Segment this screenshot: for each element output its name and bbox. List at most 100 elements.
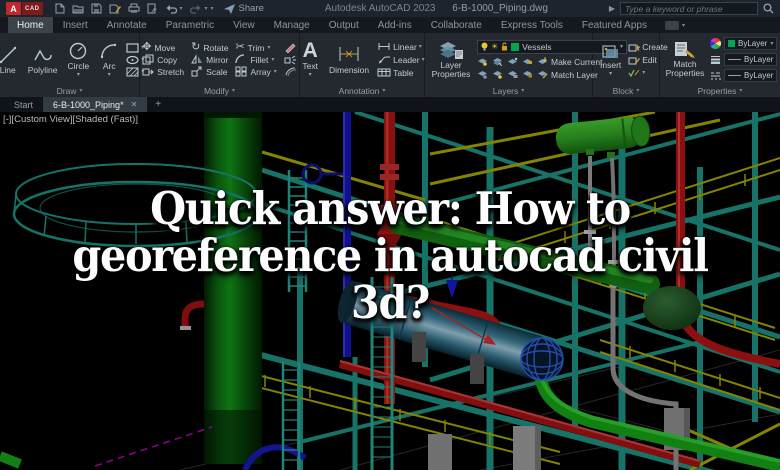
rotate-tool-button[interactable]: ↻ Rotate (191, 42, 228, 53)
plot-icon[interactable] (128, 3, 140, 14)
match-layer-button[interactable]: Match Layer (551, 70, 598, 80)
stretch-tool-button[interactable]: Stretch (142, 66, 184, 77)
block-panel-label[interactable]: Block ▾ (593, 84, 659, 97)
panel-draw: Line Polyline Circle ▾ Arc ▾ ▾ ▾ ▾ Draw … (0, 33, 144, 97)
overlay-title: Quick answer: How to georeference in aut… (31, 182, 749, 329)
tab-insert[interactable]: Insert (54, 17, 97, 33)
explode-tool-button[interactable] (284, 54, 297, 65)
trim-tool-button[interactable]: ✂ Trim ▾ (235, 42, 276, 53)
mirror-tool-button[interactable]: Mirror (191, 54, 228, 65)
table-icon (377, 68, 391, 77)
tab-start[interactable]: Start (4, 97, 43, 112)
line-tool-button[interactable]: Line (0, 44, 21, 76)
overlay-title-line1: Quick answer: How to (150, 182, 631, 235)
properties-panel-label[interactable]: Properties ▾ (660, 84, 780, 97)
offset-tool-button[interactable] (284, 66, 297, 77)
tab-express-tools[interactable]: Express Tools (492, 17, 572, 33)
table-button[interactable]: Table (377, 68, 424, 78)
document-title: 6-B-1000_Piping.dwg (452, 3, 548, 14)
arc-tool-button[interactable]: Arc ▾ (96, 40, 122, 79)
undo-dropdown-icon[interactable]: ▾ (180, 5, 183, 12)
circle-icon (70, 42, 87, 60)
tab-view[interactable]: View (224, 17, 264, 33)
close-tab-icon[interactable]: ✕ (131, 100, 138, 109)
search-icon[interactable] (763, 3, 774, 14)
dimension-tool-button[interactable]: Dimension (326, 44, 372, 76)
arc-icon (101, 43, 117, 59)
edit-attributes-icon (628, 69, 640, 77)
tab-document[interactable]: 6-B-1000_Piping* ✕ (43, 97, 148, 112)
save-as-icon[interactable] (109, 3, 121, 14)
drawing-viewport[interactable]: [-][Custom View][Shaded (Fast)] Quick an… (0, 112, 780, 470)
array-tool-button[interactable]: Array ▾ (235, 66, 277, 77)
object-color-dropdown[interactable]: ByLayer ▾ (724, 37, 778, 50)
tab-manage[interactable]: Manage (265, 17, 319, 33)
linear-dim-button[interactable]: Linear ▾ (377, 42, 424, 52)
annotation-panel-label[interactable]: Annotation ▾ (300, 84, 424, 97)
help-search: ▶ (609, 2, 774, 15)
modify-panel-label[interactable]: Modify ▾ (140, 84, 299, 97)
create-block-icon (628, 43, 641, 51)
make-current-icon[interactable] (537, 57, 548, 66)
overlay-title-line2: georeference in autocad civil 3d? (72, 228, 709, 329)
ellipse-icon (126, 55, 139, 64)
circle-tool-button[interactable]: Circle ▾ (65, 40, 93, 79)
lineweight-dropdown[interactable]: ByLayer (724, 53, 778, 66)
match-properties-button[interactable]: Match Properties (664, 40, 706, 79)
layer-freeze-icon[interactable] (507, 57, 518, 66)
redo-icon[interactable] (189, 3, 202, 14)
save-icon[interactable] (91, 3, 102, 14)
polyline-tool-button[interactable]: Polyline (25, 44, 61, 76)
publish-icon[interactable] (147, 3, 158, 14)
app-title: Autodesk AutoCAD 2023 (324, 3, 436, 14)
layer-color-swatch (511, 42, 520, 51)
qat-customize-icon[interactable]: ▾ (211, 5, 214, 12)
layer-properties-button[interactable]: Layer Properties (429, 39, 473, 80)
insert-block-button[interactable]: Insert ▾ (597, 41, 624, 78)
linetype-dropdown[interactable]: ByLayer (724, 69, 778, 82)
tab-add-ins[interactable]: Add-ins (369, 17, 421, 33)
redo-dropdown-icon[interactable]: ▾ (205, 5, 208, 12)
share-button[interactable]: Share (223, 3, 264, 14)
layer-lock-icon[interactable] (522, 57, 533, 66)
tab-annotate[interactable]: Annotate (98, 17, 156, 33)
copy-tool-button[interactable]: Copy (142, 54, 184, 65)
fillet-tool-button[interactable]: Fillet ▾ (235, 54, 276, 65)
layer-on-all-icon[interactable] (492, 70, 503, 79)
match-layer-icon[interactable] (537, 70, 548, 79)
panel-layers: Layer Properties ☀ Vessels ▾ Make Curren… (425, 33, 627, 97)
search-input[interactable] (620, 2, 758, 15)
tab-output[interactable]: Output (320, 17, 368, 33)
panel-annotation: A Text ▾ Dimension Linear ▾ Leader ▾ Table… (300, 33, 425, 97)
layer-isolate-icon[interactable] (477, 57, 488, 66)
scale-tool-button[interactable]: Scale (191, 66, 228, 77)
open-folder-icon[interactable] (72, 3, 84, 14)
tab-featured-apps[interactable]: Featured Apps (573, 17, 656, 33)
share-label: Share (238, 3, 264, 14)
tab-parametric[interactable]: Parametric (157, 17, 223, 33)
layer-off-icon[interactable] (477, 70, 488, 79)
layers-panel-label[interactable]: Layers ▾ (425, 84, 592, 97)
tab-home[interactable]: Home (8, 17, 53, 33)
tab-collaborate[interactable]: Collaborate (422, 17, 491, 33)
erase-tool-button[interactable] (284, 42, 297, 53)
draw-panel-label[interactable]: Draw ▾ (0, 84, 139, 97)
search-history-icon[interactable]: ▶ (609, 4, 615, 13)
leader-button[interactable]: Leader ▾ (377, 55, 425, 65)
layer-unlock-all-icon[interactable] (522, 70, 533, 79)
new-drawing-tab-button[interactable]: + (147, 97, 169, 112)
move-tool-button[interactable]: ✥ Move (142, 42, 184, 53)
panel-properties: Match Properties ByLayer ▾ ByLayer ByLay… (660, 33, 780, 97)
text-icon: A (302, 38, 318, 62)
edit-block-icon (628, 57, 641, 64)
layer-thaw-all-icon[interactable] (507, 70, 518, 79)
new-file-icon[interactable] (55, 3, 65, 14)
text-tool-button[interactable]: A Text ▾ (299, 40, 321, 79)
layer-unisolate-icon[interactable] (492, 57, 503, 66)
explode-icon (284, 55, 296, 65)
undo-icon[interactable] (165, 3, 177, 14)
match-properties-icon (675, 42, 695, 59)
app-menu-button[interactable]: A CAD (6, 2, 43, 15)
erase-icon (285, 43, 296, 53)
ribbon-display-toggle[interactable]: ▾ (664, 17, 685, 33)
